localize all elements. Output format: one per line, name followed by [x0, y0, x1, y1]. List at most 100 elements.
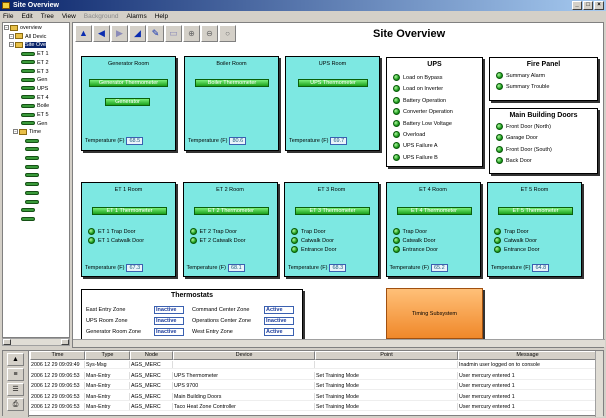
up-arrow-icon[interactable]: ▲: [75, 25, 92, 42]
generator-thermometer-button[interactable]: Generator Thermometer: [89, 79, 168, 87]
tree-node[interactable]: ET 1: [21, 50, 49, 58]
doors-panel-title: Main Building Doors: [509, 112, 578, 119]
ups-thermometer-button[interactable]: UPS Thermometer: [298, 79, 368, 87]
tree-node[interactable]: ET 5: [21, 111, 49, 119]
tree-node[interactable]: Boile: [21, 102, 49, 110]
log-row[interactable]: 2006 12 29 09:06:53 Man-Entry AGS_MERC Main…: [30, 392, 597, 401]
log-vscrollbar[interactable]: [595, 351, 603, 417]
tree-hscrollbar[interactable]: [2, 338, 70, 346]
tree-node[interactable]: [25, 146, 41, 154]
menu-help[interactable]: Help: [155, 13, 168, 20]
room-thermometer-button[interactable]: ET 1 Thermometer: [92, 207, 167, 215]
menu-tree[interactable]: Tree: [41, 13, 54, 20]
tree-node[interactable]: − All Devic: [9, 33, 46, 41]
tree-node-label: ET 2: [37, 59, 49, 66]
tree-node[interactable]: [25, 155, 41, 163]
log-row[interactable]: 2006 12 29 09:06:53 Man-Entry AGS_MERC UPS …: [30, 371, 597, 380]
tree-node[interactable]: − Time: [13, 128, 41, 136]
tree-node[interactable]: [21, 207, 37, 215]
column-message[interactable]: Message: [458, 351, 597, 360]
status-label: Summary Alarm: [506, 73, 546, 79]
zone-status: Active: [264, 306, 294, 314]
scroll-left-icon[interactable]: [3, 339, 11, 345]
tree-node[interactable]: ET 4: [21, 94, 49, 102]
log-row[interactable]: 2006 12 29 09:06:53 Man-Entry AGS_MERC UPS …: [30, 382, 597, 390]
column-time[interactable]: Time: [30, 351, 85, 360]
print-icon[interactable]: ⎙: [7, 398, 24, 411]
tree-node[interactable]: UPS: [21, 85, 48, 93]
status-label: UPS Failure A: [403, 143, 438, 150]
tree-node[interactable]: [25, 137, 41, 145]
zone-label: UPS Room Zone: [86, 318, 128, 324]
column-node[interactable]: Node: [130, 351, 173, 360]
log-row[interactable]: 2006 12 29 09:09:49 Sys-Msg AGS_MERC Inadmi…: [30, 361, 597, 369]
collapse-icon[interactable]: ▲: [7, 353, 24, 366]
boiler-thermometer-button[interactable]: Boiler Thermometer: [195, 79, 269, 87]
timing-subsystem-button[interactable]: Timing Subsystem: [386, 288, 483, 339]
tree-node-label: Time: [29, 129, 42, 136]
log-cell: Man-Entry: [85, 392, 130, 400]
log-row[interactable]: 2006 12 29 09:06:53 Man-Entry AGS_MERC Taco…: [30, 403, 597, 411]
expand-toggle-icon[interactable]: −: [9, 33, 14, 39]
thermometer-device-icon: [21, 86, 35, 91]
menu-edit[interactable]: Edit: [21, 13, 32, 20]
tree-node[interactable]: [25, 172, 41, 180]
tree-node[interactable]: Gen: [21, 76, 47, 84]
status-item: Garage Door: [496, 134, 538, 142]
forward-arrow-icon[interactable]: ▶: [111, 25, 128, 42]
ups-panel-title: UPS: [427, 61, 442, 68]
minimize-button[interactable]: _: [572, 1, 582, 10]
expand-toggle-icon[interactable]: −: [9, 42, 14, 48]
zone-status: Inactive: [154, 306, 184, 314]
tree-node[interactable]: ET 3: [21, 68, 49, 76]
alarm-list-icon[interactable]: ≡: [7, 368, 24, 381]
temperature-value: 64.8: [532, 264, 550, 272]
room-thermometer-button[interactable]: ET 4 Thermometer: [396, 207, 472, 215]
tree-node[interactable]: Gen: [21, 120, 47, 128]
column-point[interactable]: Point: [315, 351, 458, 360]
status-led-icon: [496, 145, 503, 153]
event-list-icon[interactable]: ☰: [7, 383, 24, 396]
tree-node[interactable]: − Site Ove: [9, 41, 47, 49]
room-thermometer-button[interactable]: ET 5 Thermometer: [498, 207, 573, 215]
column-device[interactable]: Device: [173, 351, 315, 360]
edit-icon[interactable]: ✎: [147, 25, 164, 42]
window-title: Site Overview: [13, 2, 59, 9]
menu-view[interactable]: View: [62, 13, 76, 20]
room-thermometer-button[interactable]: ET 3 Thermometer: [295, 207, 370, 215]
thermometer-device-icon: [21, 95, 35, 100]
status-led-icon: [393, 96, 400, 104]
tree-node-label: ET 1: [37, 51, 49, 58]
back-arrow-icon[interactable]: ◀: [93, 25, 110, 42]
thermostats-title: Thermostats: [170, 292, 213, 299]
zoom-out-icon[interactable]: ⊖: [201, 25, 218, 42]
generator-button[interactable]: Generator: [105, 98, 150, 106]
tree-node[interactable]: ET 2: [21, 59, 49, 67]
canvas-hscrollbar[interactable]: [73, 339, 605, 347]
log-cell: AGS_MERC: [130, 382, 173, 389]
page-icon[interactable]: ▭: [165, 25, 182, 42]
expand-toggle-icon[interactable]: −: [4, 25, 9, 31]
tree-node[interactable]: [25, 198, 41, 206]
menu-file[interactable]: File: [3, 13, 13, 20]
log-cell: Set Training Mode: [315, 382, 458, 389]
tree-node[interactable]: [25, 189, 41, 197]
tree-node[interactable]: [25, 163, 41, 171]
menu-alarms[interactable]: Alarms: [127, 13, 147, 20]
zoom-in-icon[interactable]: ⊕: [183, 25, 200, 42]
expand-toggle-icon[interactable]: −: [13, 129, 18, 135]
scroll-right-icon[interactable]: [61, 339, 69, 345]
temperature-row: Temperature (F) 67.3: [85, 264, 144, 272]
maximize-button[interactable]: □: [583, 1, 593, 10]
zoom-fit-icon[interactable]: ○: [219, 25, 236, 42]
boiler-room-panel: Boiler Room Boiler Thermometer Temperatu…: [184, 56, 279, 151]
door-status: ET 1 Catwalk Door: [88, 237, 144, 245]
device-tree[interactable]: − overview − All Devic − Site Ove ET 1 ET 2 ET 3…: [2, 22, 70, 338]
close-button[interactable]: ×: [594, 1, 604, 10]
tree-node[interactable]: [21, 215, 37, 223]
home-icon[interactable]: ◢: [129, 25, 146, 42]
room-thermometer-button[interactable]: ET 2 Thermometer: [193, 207, 269, 215]
tree-node[interactable]: [25, 181, 41, 189]
column-type[interactable]: Type: [85, 351, 130, 360]
tree-node[interactable]: − overview: [4, 24, 42, 32]
